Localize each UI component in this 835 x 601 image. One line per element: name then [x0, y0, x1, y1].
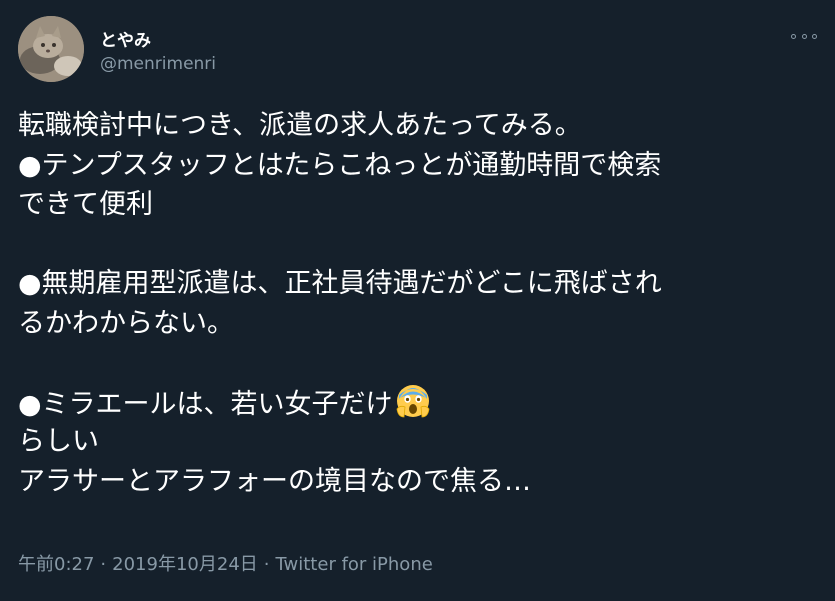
- cat-avatar-icon: [18, 16, 84, 82]
- user-avatar[interactable]: [18, 16, 84, 82]
- tweet-line: らしい: [18, 426, 99, 457]
- separator: ·: [263, 554, 270, 575]
- more-dot: [791, 33, 796, 39]
- user-handle[interactable]: @menrimenri: [100, 54, 216, 74]
- tweet-line: るかわからない。: [18, 307, 234, 339]
- tweet-line-with-emoji: ●ミラエールは、若い女子だけ: [18, 383, 818, 423]
- more-dot: [812, 33, 817, 39]
- tweet-line: アラサーとアラフォーの境目なので焦る…: [18, 465, 531, 497]
- display-name[interactable]: とやみ: [100, 26, 151, 51]
- tweet-card: とやみ @menrimenri 転職検討中につき、派遣の求人あたってみる。 ●テ…: [0, 0, 835, 601]
- more-dot: [801, 33, 807, 39]
- separator: ·: [100, 554, 107, 575]
- more-options-icon[interactable]: [791, 28, 817, 44]
- screaming-face-emoji-icon: [395, 383, 431, 419]
- tweet-date[interactable]: 2019年10月24日: [112, 554, 258, 575]
- tweet-line: ●ミラエールは、若い女子だけ: [18, 388, 393, 420]
- tweet-source[interactable]: Twitter for iPhone: [276, 554, 433, 575]
- tweet-text: 転職検討中につき、派遣の求人あたってみる。 ●テンプスタッフとはたらこねっとが通…: [18, 106, 818, 501]
- tweet-line: ●無期雇用型派遣は、正社員待遇だがどこに飛ばされ: [18, 268, 662, 299]
- tweet-line: ●テンプスタッフとはたらこねっとが通勤時間で検索: [18, 149, 662, 181]
- tweet-time[interactable]: 午前0:27: [18, 554, 94, 575]
- tweet-line: できて便利: [18, 189, 153, 220]
- tweet-metadata: 午前0:27 · 2019年10月24日 · Twitter for iPhone: [18, 550, 433, 576]
- tweet-line: 転職検討中につき、派遣の求人あたってみる。: [18, 110, 582, 141]
